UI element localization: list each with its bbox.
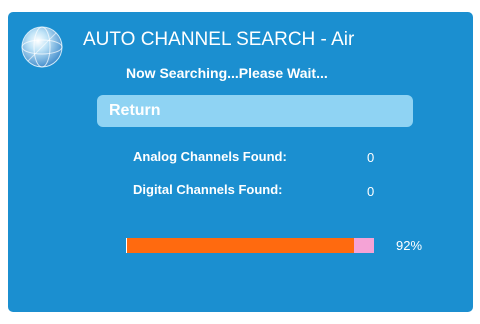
analog-channels-label: Analog Channels Found: xyxy=(133,149,287,164)
globe-icon xyxy=(21,26,63,68)
search-progress-bar xyxy=(126,238,374,253)
analog-channels-count: 0 xyxy=(367,150,375,165)
search-progress-percent: 92% xyxy=(396,238,423,253)
page-title: AUTO CHANNEL SEARCH - Air xyxy=(83,29,355,50)
return-button-label: Return xyxy=(109,102,161,119)
search-progress-fill xyxy=(126,238,355,253)
digital-channels-count: 0 xyxy=(367,184,375,199)
return-button[interactable]: Return xyxy=(97,95,413,127)
search-status-text: Now Searching...Please Wait... xyxy=(126,65,328,81)
digital-channels-label: Digital Channels Found: xyxy=(133,182,283,197)
channel-search-screen: AUTO CHANNEL SEARCH - Air Now Searching.… xyxy=(8,12,473,312)
